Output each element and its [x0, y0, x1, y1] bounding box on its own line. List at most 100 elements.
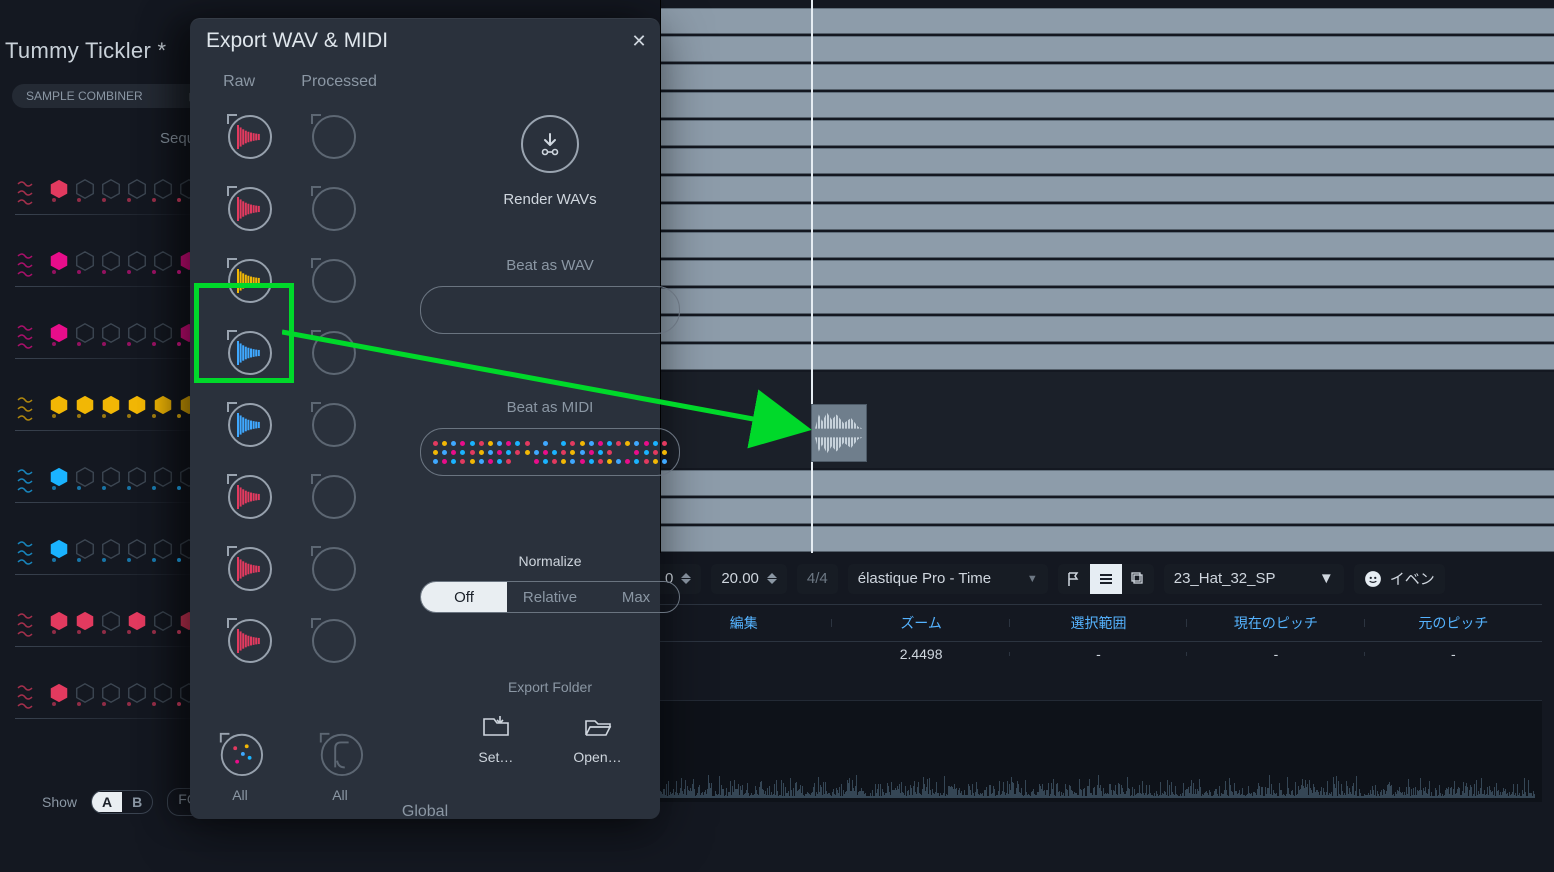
info-header-cell: 元のピッチ [1365, 613, 1542, 633]
arrangement-view[interactable] [660, 0, 1554, 553]
tempo-field[interactable]: 20.00 [711, 564, 787, 594]
export-all-row [190, 729, 390, 777]
raw-slot-disc[interactable] [223, 110, 273, 160]
processed-column-label: Processed [301, 73, 377, 91]
render-wavs[interactable]: Render WAVs [460, 115, 640, 208]
info-header-cell: ズーム [832, 613, 1009, 633]
raw-slot-disc[interactable] [223, 470, 273, 520]
timesig-value: 4/4 [807, 570, 828, 587]
sample-combiner-button[interactable]: SAMPLE COMBINER ▶ [12, 84, 208, 108]
flag-icon[interactable] [1058, 564, 1090, 594]
algorithm-value: élastique Pro - Time [858, 570, 991, 587]
raw-slot-disc[interactable] [223, 182, 273, 232]
processed-slot-disc[interactable] [307, 614, 357, 664]
playhead[interactable] [811, 0, 813, 553]
normalize-option[interactable]: Relative [507, 582, 593, 612]
step-hex[interactable] [74, 178, 96, 200]
raw-column-label: Raw [223, 73, 255, 91]
info-value-cell: 2.4498 [832, 646, 1009, 662]
step-hex[interactable] [126, 178, 148, 200]
raw-slot-disc[interactable] [223, 542, 273, 592]
arrangement-track[interactable] [661, 120, 1554, 146]
processed-slot-disc[interactable] [307, 182, 357, 232]
sample-combiner-label: SAMPLE COMBINER [26, 89, 143, 103]
processed-slot-disc[interactable] [307, 398, 357, 448]
raw-slot-disc[interactable] [223, 614, 273, 664]
arrangement-track[interactable] [661, 92, 1554, 118]
info-value-cell: - [1365, 646, 1542, 662]
export-slot-row [190, 387, 390, 459]
info-header-cell: 編集 [655, 613, 832, 633]
close-icon[interactable]: ✕ [628, 31, 650, 53]
chevron-down-icon: ▼ [1027, 573, 1038, 585]
set-folder-button[interactable]: Set… [478, 713, 513, 765]
export-slot-row [190, 243, 390, 315]
beat-midi-capsule[interactable] [420, 428, 680, 476]
processed-slot-disc[interactable] [307, 110, 357, 160]
speech-icon [1364, 570, 1382, 588]
arrangement-track[interactable] [661, 344, 1554, 370]
arrangement-track[interactable] [661, 260, 1554, 286]
arrangement-track[interactable] [661, 148, 1554, 174]
step-hex[interactable] [100, 178, 122, 200]
timesig-field[interactable]: 4/4 [797, 564, 838, 594]
processed-all-disc[interactable] [316, 729, 364, 777]
export-slot-row [190, 171, 390, 243]
normalize-option[interactable]: Off [421, 582, 507, 612]
arrangement-track[interactable] [661, 8, 1554, 34]
arrangement-track[interactable] [661, 498, 1554, 524]
render-icon [521, 115, 579, 173]
open-folder-button[interactable]: Open… [573, 713, 621, 765]
arrangement-track[interactable] [661, 204, 1554, 230]
arrangement-track[interactable] [661, 316, 1554, 342]
step-hex[interactable] [152, 178, 174, 200]
export-slot-row [190, 603, 390, 675]
info-value-row: 2.4498--- [655, 640, 1542, 668]
normalize-label: Normalize [518, 553, 581, 569]
wave-icon [16, 394, 34, 427]
step-hex[interactable] [48, 178, 70, 200]
arrangement-track[interactable] [661, 232, 1554, 258]
arrangement-track[interactable] [661, 36, 1554, 62]
arrangement-track[interactable] [661, 64, 1554, 90]
processed-slot-disc[interactable] [307, 326, 357, 376]
processed-slot-disc[interactable] [307, 542, 357, 592]
copies-icon[interactable] [1122, 564, 1154, 594]
beat-midi-label: Beat as MIDI [507, 399, 594, 416]
stepper-icon[interactable] [681, 573, 691, 584]
info-header-row: 編集ズーム選択範囲現在のピッチ元のピッチ [655, 604, 1542, 642]
info-header-cell: 選択範囲 [1010, 613, 1187, 633]
raw-slot-disc[interactable] [223, 254, 273, 304]
info-value-cell: - [1010, 646, 1187, 662]
arrangement-track[interactable] [661, 176, 1554, 202]
tool-icons [1058, 564, 1154, 594]
processed-all-label: All [332, 787, 348, 803]
wave-icon [16, 682, 34, 715]
event-button[interactable]: イベン [1354, 564, 1445, 594]
raw-slot-disc[interactable] [223, 398, 273, 448]
normalize-option[interactable]: Max [593, 582, 679, 612]
beat-wav-capsule[interactable] [420, 286, 680, 334]
arrangement-track[interactable] [661, 470, 1554, 496]
raw-all-disc[interactable] [216, 729, 264, 777]
wave-icon [16, 178, 34, 211]
processed-slot-disc[interactable] [307, 254, 357, 304]
arrangement-track[interactable] [661, 288, 1554, 314]
wave-icon [16, 466, 34, 499]
beat-as-wav[interactable]: Beat as WAV [420, 257, 680, 334]
wave-stack-icon[interactable] [1090, 564, 1122, 594]
stepper-icon[interactable] [767, 573, 777, 584]
waveform-editor[interactable] [655, 700, 1542, 802]
export-slot-row [190, 99, 390, 171]
normalize-segmented[interactable]: OffRelativeMax [420, 581, 680, 613]
stretch-algorithm-select[interactable]: élastique Pro - Time ▼ [848, 564, 1048, 594]
open-label: Open… [573, 749, 621, 765]
wave-icon [16, 250, 34, 283]
arrangement-track[interactable] [661, 526, 1554, 552]
processed-slot-disc[interactable] [307, 470, 357, 520]
beat-as-midi[interactable]: Beat as MIDI [420, 399, 680, 476]
raw-slot-disc[interactable] [223, 326, 273, 376]
audio-clip[interactable] [811, 404, 867, 462]
source-clip-select[interactable]: 23_Hat_32_SP ▼ [1164, 564, 1344, 594]
wave-icon [16, 538, 34, 571]
